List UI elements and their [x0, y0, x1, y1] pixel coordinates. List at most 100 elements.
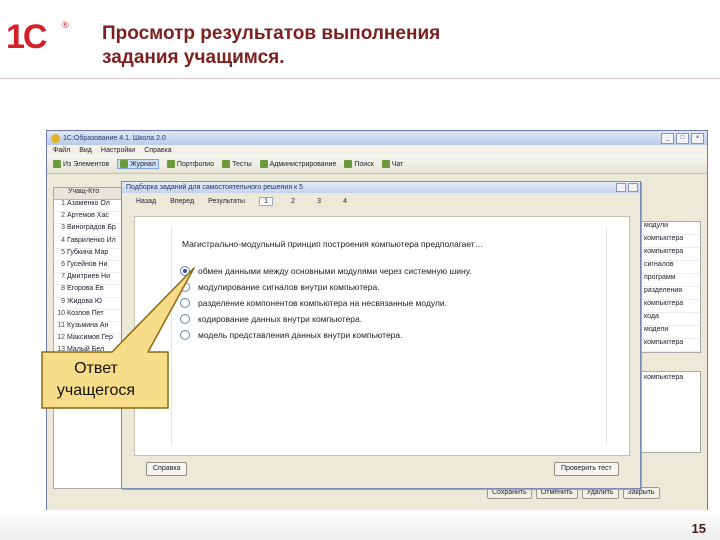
- right-list-item[interactable]: разделения: [642, 287, 700, 300]
- right-list-item[interactable]: компьютера: [642, 300, 700, 313]
- menu-help[interactable]: Справка: [144, 147, 171, 154]
- chat-icon: [381, 160, 390, 168]
- right-panel-text: компьютера: [644, 374, 684, 381]
- menu-file[interactable]: Файл: [53, 147, 70, 154]
- menu-view[interactable]: Вид: [79, 147, 92, 154]
- answer-text: модулирование сигналов внутри компьютера…: [198, 282, 380, 292]
- toolbar-label: Журнал: [130, 160, 156, 168]
- student-row[interactable]: 5 Губкина Мар: [54, 249, 124, 261]
- row-number: 9: [61, 297, 65, 305]
- right-list-item[interactable]: программ: [642, 274, 700, 287]
- student-row[interactable]: 11 Кузьмина Ан: [54, 321, 124, 335]
- callout-label: Ответ учащегося: [36, 358, 156, 402]
- answer-option[interactable]: обмен данными между основными модулями ч…: [180, 263, 472, 279]
- right-list-item[interactable]: компьютера: [642, 339, 700, 352]
- page-1[interactable]: 1: [259, 196, 274, 206]
- toolbar-elements[interactable]: Из Элементов: [53, 160, 109, 168]
- toolbar-journal[interactable]: Журнал: [117, 159, 159, 169]
- right-list-item[interactable]: кода: [642, 313, 700, 326]
- radio-empty-icon[interactable]: [180, 282, 190, 292]
- header-divider: [0, 78, 720, 79]
- app-window: 1С:Образование 4.1. Школа 2.0 _ □ × Файл…: [46, 130, 708, 512]
- right-list-item[interactable]: модели: [642, 326, 700, 339]
- page-3[interactable]: 3: [313, 198, 325, 205]
- answer-options: обмен данными между основными модулями ч…: [180, 263, 472, 343]
- student-row[interactable]: 10 Козлов Пет: [54, 310, 124, 322]
- toolbar-portfolio[interactable]: Портфолио: [166, 160, 214, 168]
- window-titlebar[interactable]: 1С:Образование 4.1. Школа 2.0 _ □ ×: [47, 131, 707, 145]
- student-name: Артемов Хас: [67, 212, 109, 220]
- student-row[interactable]: 7 Дмитриев Ни: [54, 273, 124, 286]
- answer-text: обмен данными между основными модулями ч…: [198, 266, 472, 276]
- student-name: Гавриленко Ил: [67, 236, 116, 244]
- student-name: Губкина Мар: [67, 248, 109, 256]
- toolbar-search[interactable]: Поиск: [344, 160, 374, 168]
- answer-option[interactable]: разделение компонентов компьютера на нес…: [180, 295, 472, 311]
- question-sheet: Магистрально-модульный принцип построени…: [171, 227, 607, 445]
- page-4[interactable]: 4: [339, 198, 351, 205]
- student-row[interactable]: 4 Гавриленко Ил: [54, 237, 124, 249]
- toolbar-tests[interactable]: Тесты: [222, 160, 252, 168]
- student-row[interactable]: 6 Гусейнов Ни: [54, 261, 124, 274]
- help-button[interactable]: Справка: [146, 462, 188, 476]
- student-row[interactable]: 9 Жидова Ю: [54, 298, 124, 310]
- toolbar-label: Из Элементов: [63, 160, 110, 168]
- slide-title-line-1: Просмотр результатов выполнения: [102, 23, 441, 44]
- menu-bar: Файл Вид Настройки Справка: [47, 145, 707, 155]
- window-controls: _ □ ×: [661, 132, 704, 144]
- row-number: 12: [57, 334, 65, 342]
- student-name: Дмитриев Ни: [67, 273, 110, 281]
- students-list-header[interactable]: Учащ-Кто: [54, 188, 124, 200]
- right-list: модули компьютера компьютера сигналов програ…: [641, 221, 701, 353]
- students-list: Учащ-Кто 1 Азаменко Ол 2 Артемов Хас 3 Виногр…: [53, 187, 125, 489]
- radio-selected-icon[interactable]: [180, 266, 190, 276]
- dialog-controls: [616, 183, 638, 192]
- student-row[interactable]: 8 Егорова Ев: [54, 285, 124, 298]
- dialog-close-button[interactable]: [628, 183, 638, 192]
- toolbar-label: Тесты: [232, 160, 252, 168]
- nav-forward[interactable]: Вперед: [170, 198, 194, 205]
- right-list-item[interactable]: компьютера: [642, 235, 700, 248]
- right-list-item[interactable]: компьютера: [642, 248, 700, 261]
- minimize-button[interactable]: _: [661, 132, 674, 144]
- check-test-button[interactable]: Проверить тест: [554, 462, 619, 476]
- tests-icon: [222, 160, 231, 168]
- row-number: 5: [61, 248, 65, 256]
- main-toolbar: Из Элементов Журнал Портфолио Тесты Адми…: [47, 155, 707, 174]
- dialog-title: Подборка заданий для самостоятельного ре…: [126, 184, 303, 191]
- toolbar-admin[interactable]: Администрирование: [259, 160, 337, 168]
- toolbar-label: Администрирование: [269, 160, 337, 168]
- student-row[interactable]: 1 Азаменко Ол: [54, 200, 124, 213]
- dialog-body: Магистрально-модульный принцип построени…: [134, 216, 630, 456]
- answer-option[interactable]: модель представления данных внутри компь…: [180, 327, 472, 343]
- app-logo-icon: [51, 133, 60, 143]
- answer-option[interactable]: кодирование данных внутри компьютера.: [180, 311, 472, 327]
- student-row[interactable]: 3 Виноградов Бр: [54, 224, 124, 237]
- right-list-item[interactable]: сигналов: [642, 261, 700, 274]
- student-row[interactable]: 2 Артемов Хас: [54, 212, 124, 225]
- student-name: Малый Бел: [67, 346, 105, 354]
- radio-empty-icon[interactable]: [180, 298, 190, 308]
- nav-back[interactable]: Назад: [136, 198, 156, 205]
- answer-option[interactable]: модулирование сигналов внутри компьютера…: [180, 279, 472, 295]
- logo-registered-mark: ®: [62, 20, 69, 30]
- row-number: 3: [61, 224, 65, 232]
- radio-empty-icon[interactable]: [180, 314, 190, 324]
- close-button[interactable]: ×: [691, 132, 704, 144]
- nav-results[interactable]: Результаты: [208, 198, 245, 205]
- menu-settings[interactable]: Настройки: [101, 147, 135, 154]
- student-name: Кузьмина Ан: [67, 321, 109, 329]
- row-number: 2: [61, 212, 65, 220]
- student-name: Максимов Гер: [67, 334, 113, 342]
- maximize-button[interactable]: □: [676, 132, 689, 144]
- student-name: Козлов Пет: [67, 309, 104, 317]
- student-row[interactable]: 13 Малый Бел: [54, 346, 124, 359]
- dialog-titlebar[interactable]: Подборка заданий для самостоятельного ре…: [122, 182, 640, 193]
- right-list-item[interactable]: модули: [642, 222, 700, 235]
- page-2[interactable]: 2: [287, 198, 299, 205]
- student-row[interactable]: 12 Максимов Гер: [54, 334, 124, 347]
- dialog-minimize-button[interactable]: [616, 183, 626, 192]
- radio-empty-icon[interactable]: [180, 330, 190, 340]
- dialog-nav: Назад Вперед Результаты 1 2 3 4: [122, 193, 640, 209]
- toolbar-chat[interactable]: Чат: [381, 160, 403, 168]
